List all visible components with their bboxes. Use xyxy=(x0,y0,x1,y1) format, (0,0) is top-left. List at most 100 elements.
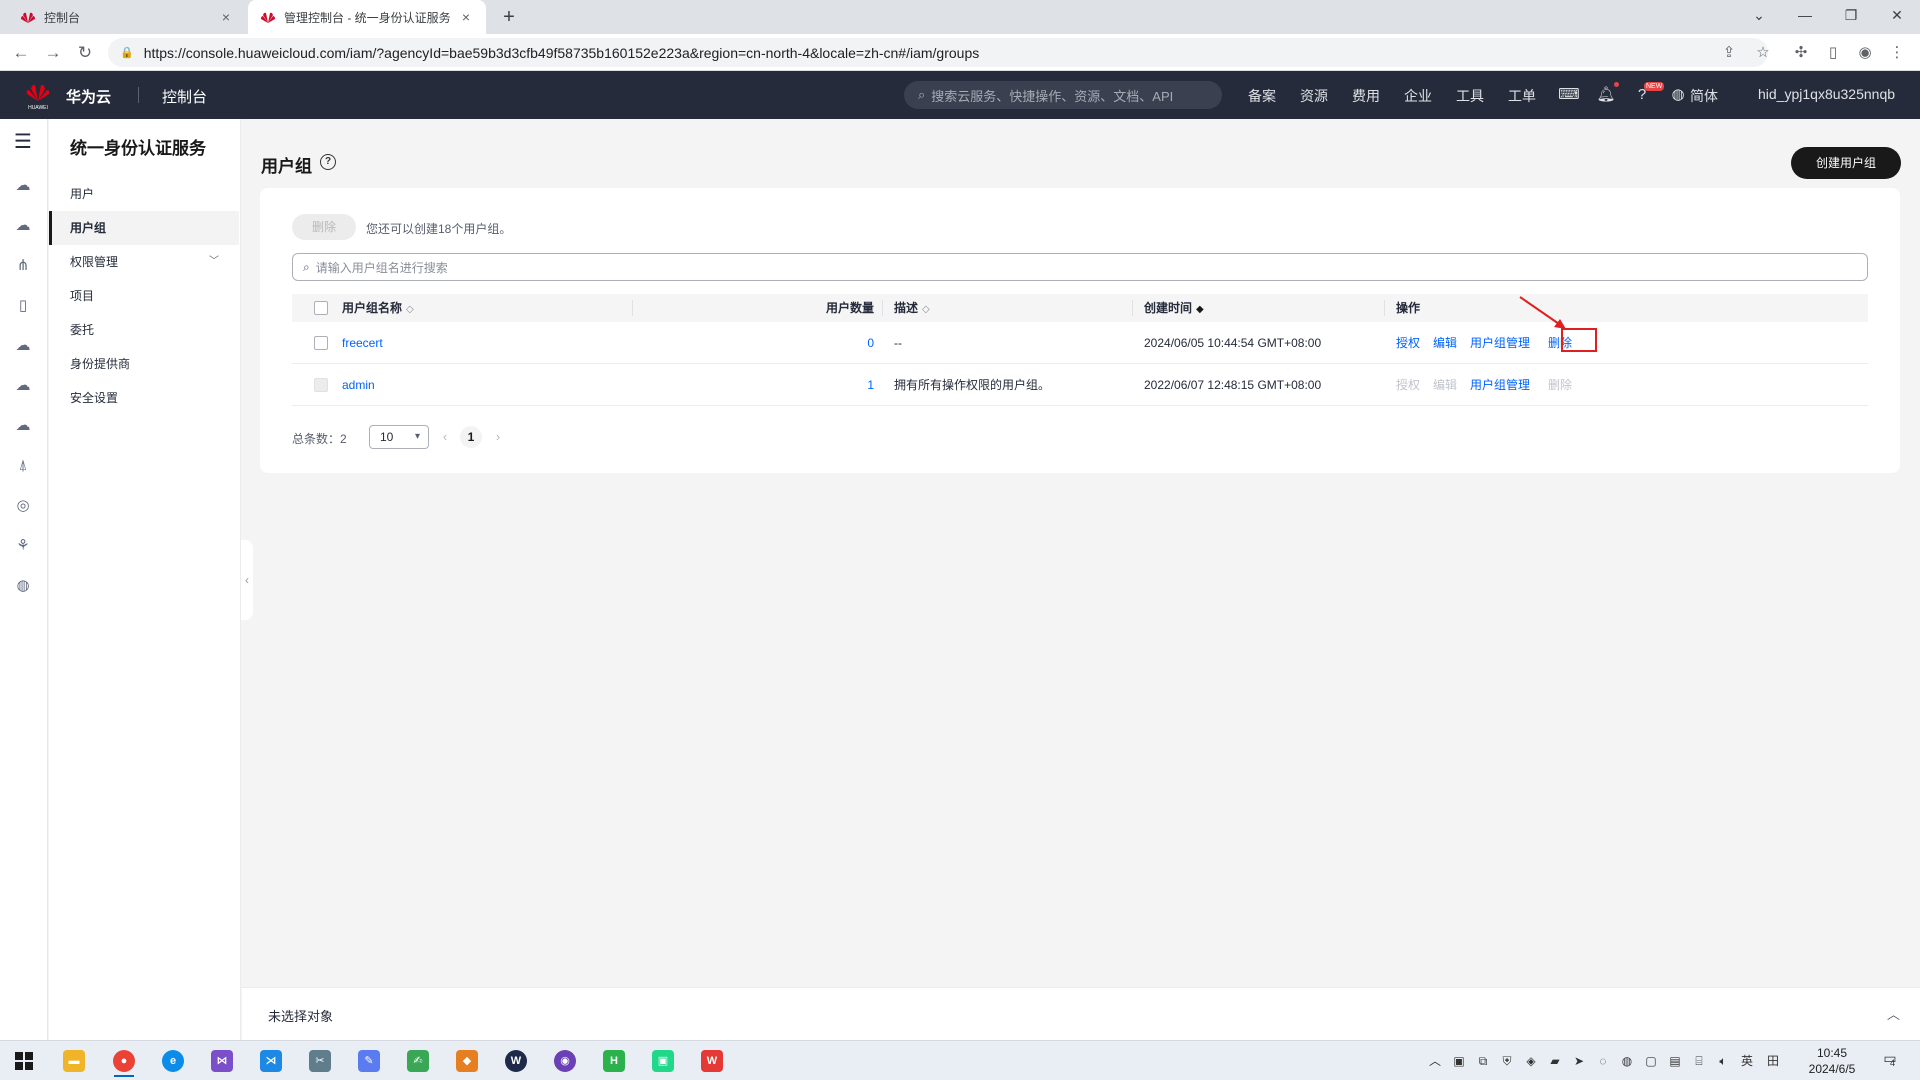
header-link-enterprise[interactable]: 企业 xyxy=(1404,86,1432,106)
cloud-shell-icon[interactable]: ⌨ xyxy=(1558,84,1580,106)
system-clock[interactable]: 10:45 2024/6/5 xyxy=(1792,1045,1872,1077)
share-icon[interactable]: ⇪ xyxy=(1716,40,1742,66)
notification-bell-icon[interactable]: 🔔︎ xyxy=(1595,84,1617,106)
notepad-icon[interactable]: ✍ xyxy=(398,1045,438,1077)
volume-icon[interactable]: 🔈︎ xyxy=(1714,1052,1732,1070)
huawei-logo-icon[interactable]: HUAWEI xyxy=(22,79,54,111)
global-search-input[interactable]: ⌕ 搜索云服务、快捷操作、资源、文档、API xyxy=(904,81,1222,109)
group-name-link[interactable]: admin xyxy=(342,364,375,406)
tray-chat-icon[interactable]: ◍ xyxy=(1618,1052,1636,1070)
manage-group-link[interactable]: 用户组管理 xyxy=(1470,364,1530,406)
group-search-input[interactable]: ⌕ 请输入用户组名进行搜索 xyxy=(292,253,1868,281)
git-app-icon[interactable]: ◆ xyxy=(447,1045,487,1077)
language-switch[interactable]: 简体 xyxy=(1690,86,1718,106)
notes-app-icon[interactable]: ✎ xyxy=(349,1045,389,1077)
user-count-link[interactable]: 1 xyxy=(764,364,874,406)
chrome-icon[interactable]: ● xyxy=(104,1045,144,1077)
username[interactable]: hid_ypj1qx8u325nnqb xyxy=(1758,86,1895,102)
header-link-resources[interactable]: 资源 xyxy=(1300,86,1328,106)
hamburger-menu-icon[interactable]: ☰ xyxy=(10,129,36,155)
batch-delete-button[interactable]: 删除 xyxy=(292,214,356,240)
tray-copy-icon[interactable]: ⧉ xyxy=(1474,1052,1492,1070)
row-checkbox[interactable] xyxy=(314,336,328,350)
edge-icon[interactable]: e xyxy=(153,1045,193,1077)
close-window-icon[interactable]: ✕ xyxy=(1874,0,1920,34)
tray-expand-icon[interactable]: ︿ xyxy=(1426,1052,1444,1070)
security-service-icon[interactable]: ☁ xyxy=(10,373,36,399)
restore-icon[interactable]: ❐ xyxy=(1828,0,1874,34)
side-panel-icon[interactable]: ▯ xyxy=(1820,40,1846,66)
create-user-group-button[interactable]: 创建用户组 xyxy=(1791,147,1901,179)
sort-icon[interactable]: ◇ xyxy=(406,304,414,315)
page-number-current[interactable]: 1 xyxy=(460,426,482,448)
bookmark-star-icon[interactable]: ☆ xyxy=(1750,40,1776,66)
edit-link[interactable]: 编辑 xyxy=(1433,322,1457,364)
new-tab-button[interactable]: + xyxy=(496,4,522,30)
wechat-icon[interactable]: ◌ xyxy=(1594,1052,1612,1070)
word-app-icon[interactable]: W xyxy=(496,1045,536,1077)
global-service-icon[interactable]: ◍ xyxy=(10,573,36,599)
console-title[interactable]: 控制台 xyxy=(162,86,207,107)
compute-service-icon[interactable]: ☁ xyxy=(10,213,36,239)
tab-close-icon[interactable]: × xyxy=(218,9,234,25)
windows-start-icon[interactable] xyxy=(4,1045,44,1077)
header-link-tools[interactable]: 工具 xyxy=(1456,86,1484,106)
tray-cat-icon[interactable]: ◈ xyxy=(1522,1052,1540,1070)
database-service-icon[interactable]: ☁ xyxy=(10,333,36,359)
tray-yd-icon[interactable]: ▤ xyxy=(1666,1052,1684,1070)
reload-icon[interactable]: ↻ xyxy=(72,40,98,66)
cdn-service-icon[interactable]: ☁ xyxy=(10,413,36,439)
tray-arrow-icon[interactable]: ➤ xyxy=(1570,1052,1588,1070)
tray-app-icon[interactable]: ▣ xyxy=(1450,1052,1468,1070)
tools-app-icon[interactable]: ✂ xyxy=(300,1045,340,1077)
tab-search-icon[interactable]: ⌄ xyxy=(1736,0,1782,34)
globe-icon[interactable]: ◍ xyxy=(1667,84,1689,106)
sidebar-item-users[interactable]: 用户 xyxy=(49,177,239,211)
ip-service-icon[interactable]: ◎ xyxy=(10,493,36,519)
deploy-service-icon[interactable]: ⍋ xyxy=(10,453,36,479)
page-size-select[interactable]: 10 ▾ xyxy=(369,425,429,449)
tray-cloud-icon[interactable]: ▢ xyxy=(1642,1052,1660,1070)
sidebar-collapse-handle[interactable]: ‹ xyxy=(241,540,253,620)
sort-desc-icon[interactable]: ◆ xyxy=(1196,304,1204,315)
back-icon[interactable]: ← xyxy=(8,40,34,66)
visual-studio-icon[interactable]: ⋈ xyxy=(202,1045,242,1077)
minimize-icon[interactable]: — xyxy=(1782,0,1828,34)
help-icon[interactable]: ? xyxy=(320,154,336,170)
cloud-service-icon[interactable]: ☁ xyxy=(10,173,36,199)
column-header-description[interactable]: 描述 ◇ xyxy=(894,294,930,322)
forward-icon[interactable]: → xyxy=(40,40,66,66)
storage-service-icon[interactable]: ▯ xyxy=(10,293,36,319)
header-link-filing[interactable]: 备案 xyxy=(1248,86,1276,106)
network-service-icon[interactable]: ⋔ xyxy=(10,253,36,279)
group-name-link[interactable]: freecert xyxy=(342,322,383,364)
media-app-icon[interactable]: ◉ xyxy=(545,1045,585,1077)
file-explorer-icon[interactable]: ▬ xyxy=(54,1045,94,1077)
select-all-checkbox[interactable] xyxy=(314,301,328,315)
menu-icon[interactable]: ⋮ xyxy=(1884,40,1910,66)
next-page-icon[interactable]: › xyxy=(488,425,508,449)
browser-tab-console[interactable]: 控制台 × xyxy=(8,0,246,34)
hbuilder-icon[interactable]: H xyxy=(594,1045,634,1077)
network-icon[interactable]: ⌸ xyxy=(1690,1052,1708,1070)
chevron-up-icon[interactable]: ︿ xyxy=(1887,1004,1900,1023)
jetbrains-icon[interactable]: ▣ xyxy=(643,1045,683,1077)
ime-mode[interactable]: 田 xyxy=(1764,1052,1782,1070)
sidebar-item-agencies[interactable]: 委托 xyxy=(49,313,239,347)
brand-name[interactable]: 华为云 xyxy=(66,86,111,107)
extensions-icon[interactable]: ✣ xyxy=(1788,40,1814,66)
wps-icon[interactable]: W xyxy=(692,1045,732,1077)
authorize-link[interactable]: 授权 xyxy=(1396,322,1420,364)
column-header-name[interactable]: 用户组名称 ◇ xyxy=(342,294,414,322)
sidebar-item-user-groups[interactable]: 用户组 xyxy=(49,211,239,245)
sidebar-item-projects[interactable]: 项目 xyxy=(49,279,239,313)
tray-shield-icon[interactable]: ⛨ xyxy=(1498,1052,1516,1070)
sidebar-item-permissions[interactable]: 权限管理 ﹀ xyxy=(49,245,239,279)
prev-page-icon[interactable]: ‹ xyxy=(435,425,455,449)
column-header-created[interactable]: 创建时间 ◆ xyxy=(1144,294,1204,322)
header-link-tickets[interactable]: 工单 xyxy=(1508,86,1536,106)
input-language[interactable]: 英 xyxy=(1738,1052,1756,1070)
tab-close-icon[interactable]: × xyxy=(458,9,474,25)
header-link-billing[interactable]: 费用 xyxy=(1352,86,1380,106)
sidebar-item-security-settings[interactable]: 安全设置 xyxy=(49,381,239,415)
